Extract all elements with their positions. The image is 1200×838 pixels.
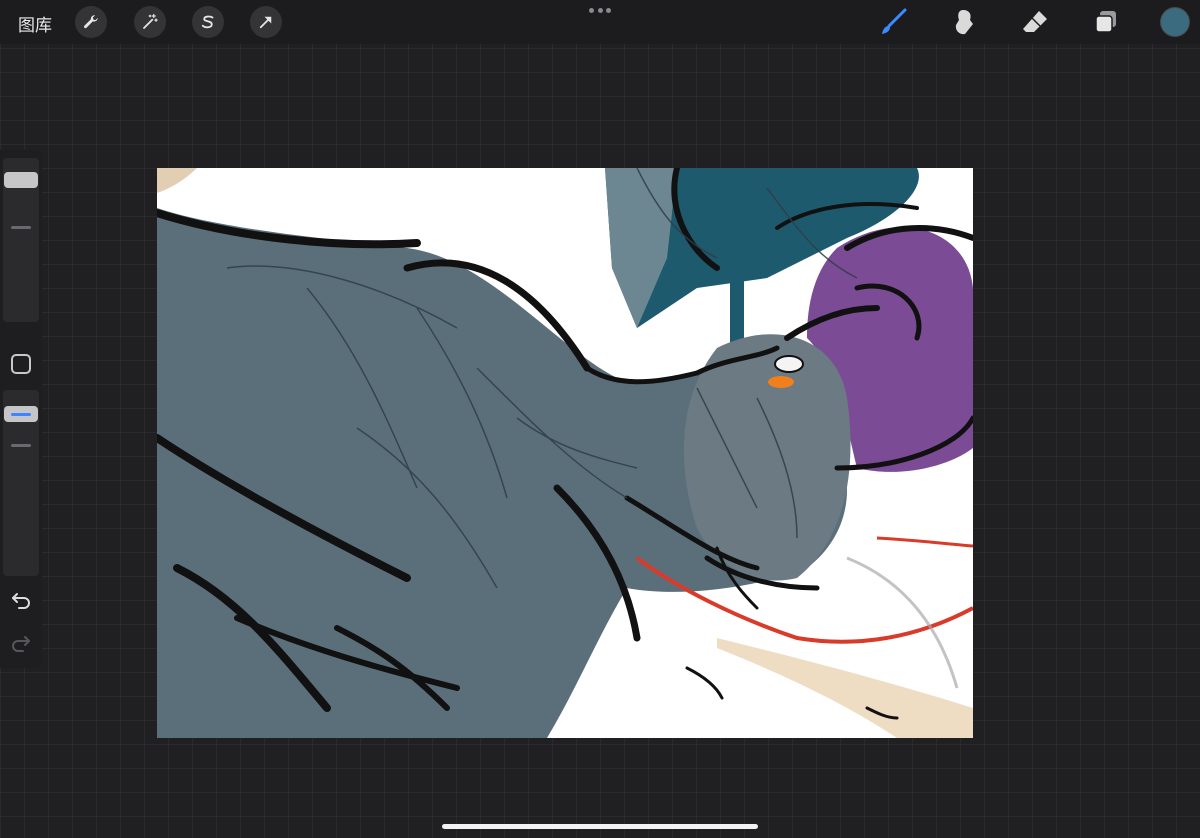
transform-button[interactable] [250,6,282,38]
eraser-tool-button[interactable] [1019,6,1051,38]
opacity-tick [11,444,31,447]
opacity-handle[interactable] [4,406,38,422]
artwork [157,168,973,738]
modify-button[interactable] [11,354,31,374]
adjustments-button[interactable] [134,6,166,38]
selection-button[interactable] [192,6,224,38]
paint-tool-button[interactable] [877,6,909,38]
brush-size-handle[interactable] [4,172,38,188]
selection-icon [201,15,214,29]
color-picker-swatch[interactable] [1161,8,1189,36]
layers-button[interactable] [1090,6,1122,38]
smudge-tool-button[interactable] [948,6,980,38]
redo-button[interactable] [10,633,32,658]
brush-icon [882,8,907,34]
layers-icon [1095,11,1116,33]
transform-arrow-icon [259,16,272,29]
drawing-canvas[interactable] [157,168,973,738]
home-indicator [442,824,758,829]
undo-icon [12,593,30,609]
actions-button[interactable] [75,6,107,38]
top-toolbar: 图库 [0,0,1200,44]
smudge-icon [955,10,973,35]
brush-size-tick [11,226,31,229]
redo-icon [12,636,30,652]
more-options-icon[interactable] [589,8,611,14]
undo-button[interactable] [10,590,32,615]
gallery-button[interactable]: 图库 [18,11,52,36]
wrench-icon [84,15,98,29]
eraser-icon [1023,11,1047,32]
magic-wand-icon [143,13,158,29]
